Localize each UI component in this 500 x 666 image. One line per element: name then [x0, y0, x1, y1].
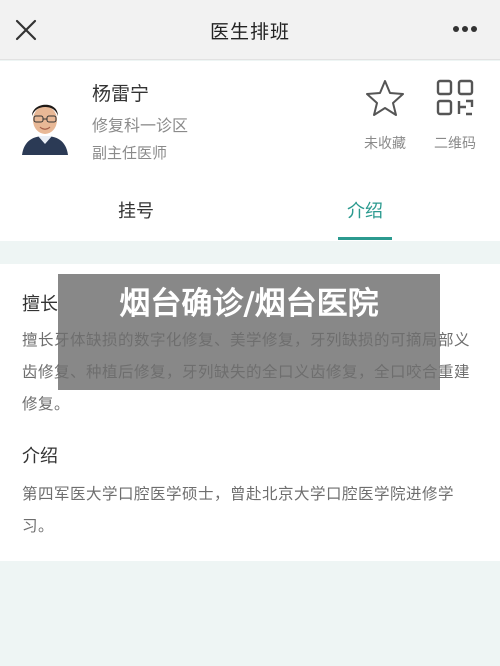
qrcode-button[interactable]: 二维码: [424, 79, 486, 159]
doctor-avatar: [20, 90, 70, 155]
active-tab-indicator: [338, 237, 392, 240]
qrcode-label: 二维码: [434, 136, 476, 152]
favorite-label: 未收藏: [364, 136, 406, 152]
tab-introduction[interactable]: 介绍: [315, 197, 415, 223]
page-title: 医生排班: [209, 21, 290, 43]
intro-heading: 介绍: [22, 446, 58, 467]
qrcode-icon: [436, 79, 474, 116]
doctor-profile-card: 杨雷宁 修复科一诊区 副主任医师 未收藏 二维码: [0, 61, 500, 181]
doctor-department: 修复科一诊区: [92, 116, 189, 135]
nav-bar: 医生排班: [0, 0, 500, 60]
tab-bar: 挂号 介绍: [0, 181, 500, 241]
doctor-name: 杨雷宁: [92, 83, 150, 105]
favorite-button[interactable]: 未收藏: [354, 79, 416, 159]
tab-register[interactable]: 挂号: [86, 197, 186, 223]
intro-text: 第四军医大学口腔医学硕士，曾赴北京大学口腔医学院进修学习。: [22, 485, 455, 535]
doctor-title: 副主任医师: [92, 144, 168, 162]
star-icon: [366, 80, 404, 116]
more-icon[interactable]: [452, 25, 478, 33]
watermark-banner: 烟台确诊/烟台医院: [58, 274, 440, 390]
specialty-heading: 擅长: [22, 294, 58, 315]
